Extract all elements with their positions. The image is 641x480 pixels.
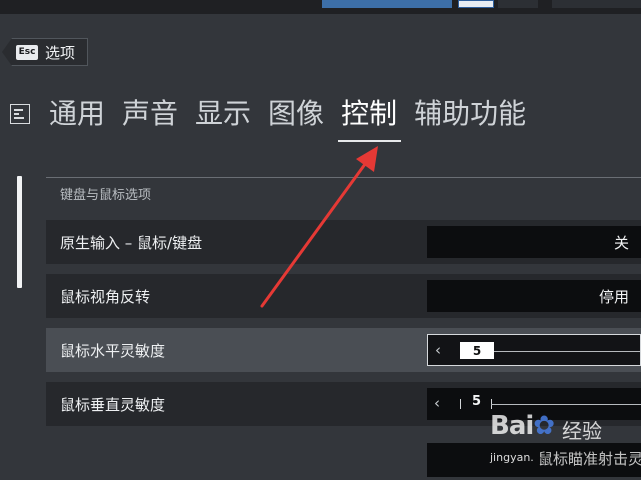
setting-value: 停用 [598, 288, 629, 306]
scrollbar-thumb[interactable] [17, 176, 22, 288]
setting-value-box[interactable]: 关 [427, 226, 641, 258]
menu-list-icon[interactable] [10, 104, 30, 124]
setting-row-horizontal-sensitivity[interactable]: 鼠标水平灵敏度 ‹ 5 [46, 328, 641, 372]
section-divider [46, 177, 641, 178]
back-label: 选项 [45, 43, 76, 62]
watermark: Bai✿ 经验 jingyan. 鼠标瞄准射击灵 [486, 409, 641, 479]
setting-value: 关 [613, 234, 629, 252]
esc-key-icon: Esc [16, 44, 38, 60]
tab-graphics[interactable]: 图像 [268, 94, 332, 134]
top-strip-block [498, 0, 538, 8]
section-title: 键盘与鼠标选项 [60, 188, 152, 203]
sensitivity-slider[interactable]: ‹ 5 [427, 334, 641, 366]
setting-label: 鼠标水平灵敏度 [60, 341, 166, 360]
top-strip-block [552, 0, 641, 8]
setting-label: 鼠标垂直灵敏度 [60, 395, 166, 414]
chevron-left-icon[interactable]: ‹ [434, 394, 440, 412]
slider-track[interactable] [480, 351, 640, 352]
setting-value-box[interactable]: 停用 [427, 280, 641, 312]
top-strip-block [322, 0, 452, 8]
slider-tick [460, 399, 461, 409]
watermark-site: jingyan. [490, 451, 534, 464]
setting-row-invert-mouse[interactable]: 鼠标视角反转 停用 [46, 274, 641, 318]
back-button[interactable]: Esc 选项 [2, 38, 88, 66]
tab-audio[interactable]: 声音 [122, 94, 186, 134]
watermark-suffix: 经验 [562, 419, 602, 443]
tab-controls[interactable]: 控制 [338, 94, 405, 142]
tab-display[interactable]: 显示 [195, 94, 259, 134]
setting-label: 鼠标视角反转 [60, 287, 151, 306]
settings-tabs: 通用 声音 显示 图像 控制 辅助功能 [49, 94, 543, 142]
tab-general[interactable]: 通用 [49, 94, 113, 134]
chevron-left-icon[interactable]: ‹ [435, 341, 441, 359]
top-strip [0, 0, 641, 14]
watermark-overlay-text: 鼠标瞄准射击灵 [538, 450, 641, 468]
tab-accessibility[interactable]: 辅助功能 [414, 94, 534, 134]
setting-row-native-input[interactable]: 原生输入 – 鼠标/键盘 关 [46, 220, 641, 264]
top-strip-block [458, 0, 494, 8]
slider-value: 5 [472, 394, 482, 409]
slider-track[interactable] [491, 404, 641, 405]
setting-label: 原生输入 – 鼠标/键盘 [60, 233, 203, 252]
watermark-logo: Bai✿ [490, 411, 555, 441]
